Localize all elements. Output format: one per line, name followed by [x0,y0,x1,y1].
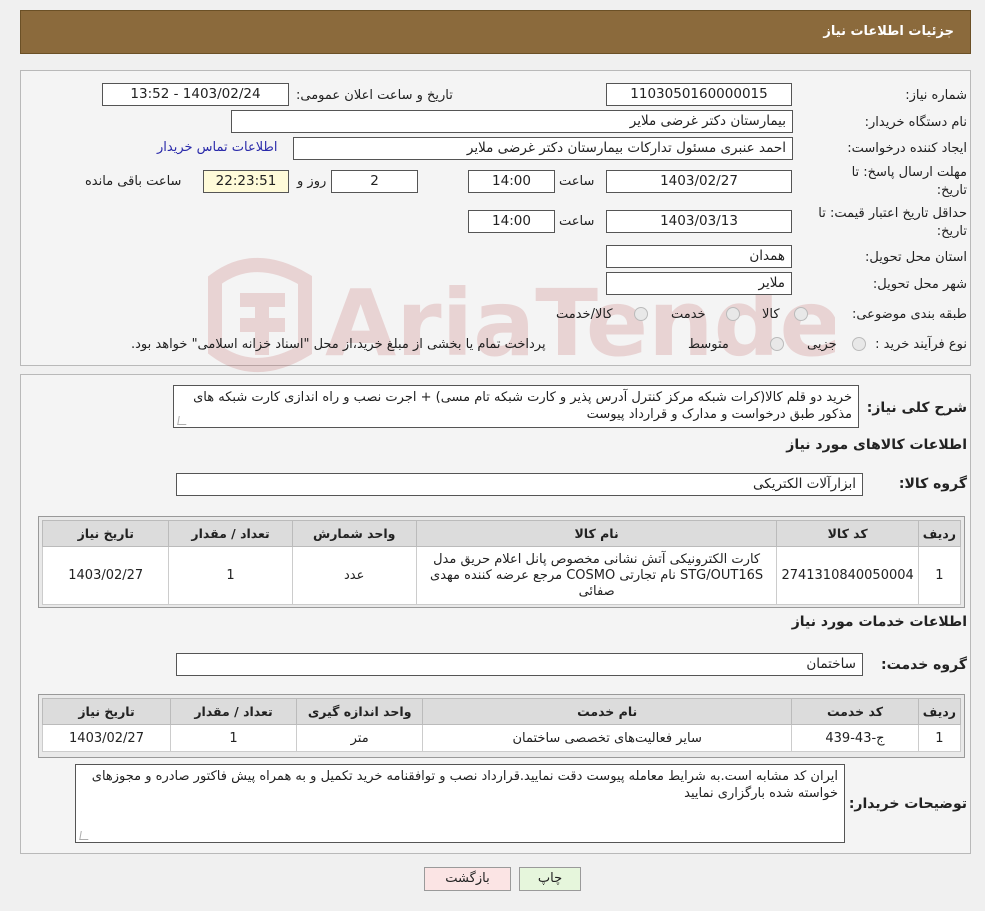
cell-unit: عدد [291,546,417,605]
city-field: ملایر [606,272,792,295]
days-remaining-field: 2 [331,170,418,193]
buyer-notes-textarea[interactable]: ایران کد مشابه است.به شرایط معامله پیوست… [75,764,845,843]
process-radio-minor[interactable] [852,337,866,351]
svc-cell-qty: 1 [170,724,298,752]
buyer-org-field: بیمارستان دکتر غرضی ملایر [231,110,793,133]
col-header-date: تاریخ نیاز [41,520,170,547]
cell-name: کارت الکترونیکی آتش نشانی مخصوص پانل اعل… [415,546,778,605]
back-button[interactable]: بازگشت [424,867,511,891]
svc-header-date: تاریخ نیاز [41,698,172,725]
creator-field: احمد عنبری مسئول تدارکات بیمارستان دکتر … [293,137,793,160]
remaining-time-label: ساعت باقی مانده [85,174,182,189]
page-header: جزئیات اطلاعات نیاز [20,10,971,54]
col-header-name: نام کالا [415,520,778,547]
table-row: 1 2741310840050004 کارت الکترونیکی آتش ن… [41,546,962,605]
process-note: پرداخت تمام یا بخشی از مبلغ خرید،از محل … [131,337,546,352]
svc-cell-row: 1 [917,724,962,752]
services-group-label: گروه خدمت: [881,657,967,673]
svc-header-qty: تعداد / مقدار [170,698,298,725]
deadline-date-field: 1403/02/27 [606,170,792,193]
table-row: 1 ج-43-439 سایر فعالیت‌های تخصصی ساختمان… [41,724,962,752]
goods-table: ردیف کد کالا نام کالا واحد شمارش تعداد /… [41,520,962,605]
creator-label: ایجاد کننده درخواست: [847,141,967,156]
days-label: روز و [297,174,327,189]
deadline-label-date: تاریخ: [936,183,967,198]
services-group-field: ساختمان [176,653,863,676]
resize-grip-icon[interactable] [79,831,90,840]
svc-header-row: ردیف [917,698,962,725]
cell-date: 1403/02/27 [41,546,170,605]
cell-row: 1 [917,546,962,605]
category-label: طبقه بندی موضوعی: [851,307,967,322]
validity-date-field: 1403/03/13 [606,210,792,233]
contact-info-link[interactable]: اطلاعات تماس خریدار [157,140,277,155]
deadline-label: مهلت ارسال پاسخ: تا [851,165,967,180]
goods-section-title: اطلاعات کالاهای مورد نیاز [786,437,967,453]
remaining-time-field: 22:23:51 [203,170,289,193]
validity-label: حداقل تاریخ اعتبار قیمت: تا [818,206,967,221]
cell-qty: 1 [168,546,293,605]
col-header-unit: واحد شمارش [291,520,417,547]
buyer-org-label: نام دستگاه خریدار: [864,115,967,130]
description-text: خرید دو قلم کالا(کرات شبکه مرکز کنترل آد… [193,390,852,422]
process-option-medium: متوسط [688,337,729,352]
col-header-code: کد کالا [776,520,919,547]
process-option-minor: جزیی [807,337,837,352]
svc-header-code: کد خدمت [791,698,919,725]
svc-cell-code: ج-43-439 [791,724,919,752]
buyer-notes-text: ایران کد مشابه است.به شرایط معامله پیوست… [91,769,838,801]
resize-grip-icon[interactable] [177,416,188,425]
svc-cell-unit: متر [296,724,424,752]
category-option-both: کالا/خدمت [556,307,613,322]
validity-time-label: ساعت [559,214,595,229]
svc-header-unit: واحد اندازه گیری [296,698,424,725]
category-radio-both[interactable] [634,307,648,321]
deadline-time-field: 14:00 [468,170,555,193]
validity-label-date: تاریخ: [936,224,967,239]
svc-header-name: نام خدمت [422,698,793,725]
goods-group-field: ابزارآلات الکتریکی [176,473,863,496]
province-field: همدان [606,245,792,268]
need-number-field: 1103050160000015 [606,83,792,106]
province-label: استان محل تحویل: [865,250,967,265]
need-number-label: شماره نیاز: [905,88,967,103]
category-option-goods: کالا [762,307,780,322]
page-title: جزئیات اطلاعات نیاز [823,24,954,39]
svc-cell-date: 1403/02/27 [41,724,172,752]
cell-code: 2741310840050004 [776,546,919,605]
description-label: شرح کلی نیاز: [866,400,967,416]
category-option-service: خدمت [671,307,706,322]
services-table: ردیف کد خدمت نام خدمت واحد اندازه گیری ت… [41,698,962,752]
process-radio-medium[interactable] [770,337,784,351]
buyer-notes-label: توضیحات خریدار: [848,796,967,812]
col-header-row: ردیف [917,520,962,547]
print-button[interactable]: چاپ [519,867,581,891]
category-radio-service[interactable] [726,307,740,321]
validity-time-field: 14:00 [468,210,555,233]
col-header-qty: تعداد / مقدار [168,520,293,547]
goods-group-label: گروه کالا: [898,476,967,492]
description-textarea[interactable]: خرید دو قلم کالا(کرات شبکه مرکز کنترل آد… [173,385,859,428]
svc-cell-name: سایر فعالیت‌های تخصصی ساختمان [422,724,793,752]
category-radio-goods[interactable] [794,307,808,321]
process-label: نوع فرآیند خرید : [875,337,967,352]
deadline-time-label: ساعت [559,174,595,189]
announce-field: 1403/02/24 - 13:52 [102,83,289,106]
announce-label: تاریخ و ساعت اعلان عمومی: [296,88,453,103]
services-section-title: اطلاعات خدمات مورد نیاز [791,614,967,630]
city-label: شهر محل تحویل: [872,277,967,292]
